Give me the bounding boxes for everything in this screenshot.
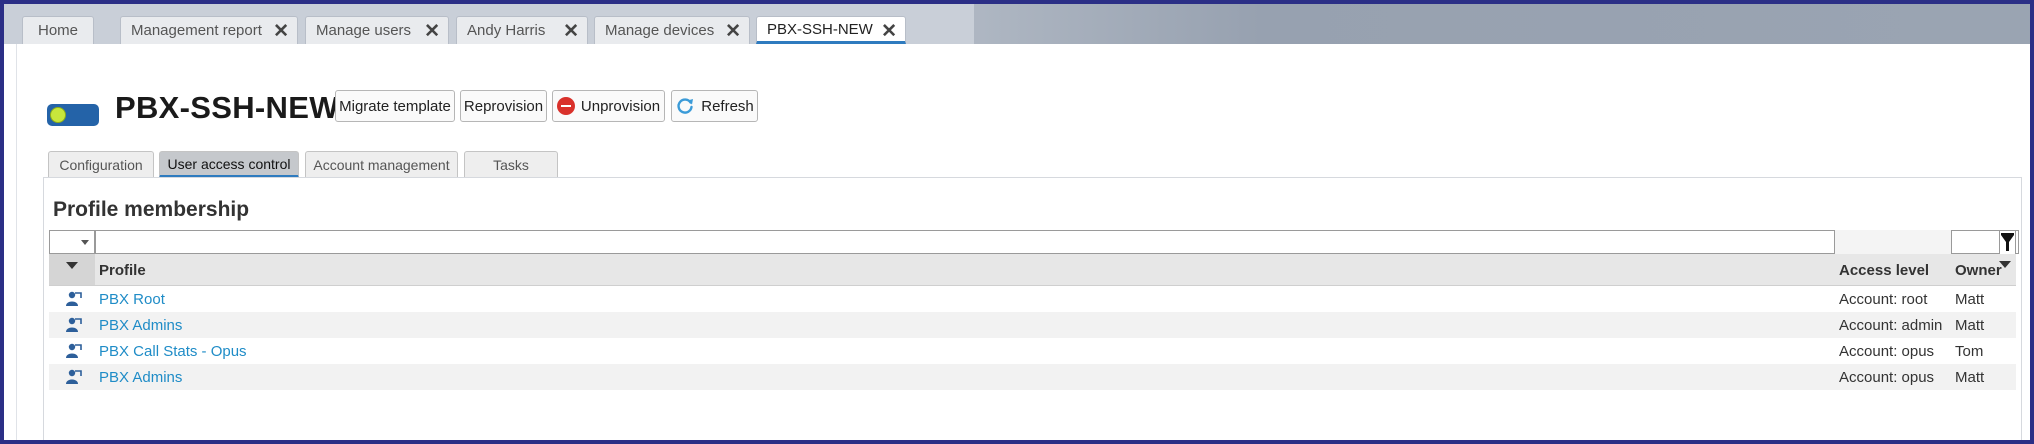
tab-home[interactable]: Home	[22, 16, 94, 44]
profile-user-icon	[66, 343, 82, 358]
tab-label: Manage users	[316, 22, 412, 39]
sort-down-icon	[66, 262, 78, 269]
access-level-cell: Account: opus	[1839, 369, 1935, 386]
column-header-profile[interactable]: Profile	[99, 262, 146, 279]
toggle-knob	[50, 107, 66, 123]
page-title: PBX-SSH-NEW	[115, 90, 339, 125]
owner-cell: Tom	[1955, 343, 1984, 360]
profile-user-icon	[66, 369, 82, 384]
owner-cell: Matt	[1955, 317, 1985, 334]
table-row[interactable]: PBX Root Account: root Matt	[49, 286, 2016, 312]
tab-label: PBX-SSH-NEW	[767, 20, 873, 38]
close-icon[interactable]: ✕	[563, 20, 579, 43]
profile-filter-input[interactable]	[95, 230, 1835, 254]
tab-label: Home	[37, 22, 78, 39]
filter-row	[49, 229, 2019, 256]
profile-membership-panel: Profile membership Profile Access level …	[43, 177, 2022, 440]
filter-button[interactable]	[1999, 230, 2016, 256]
filter-icon	[2001, 233, 2014, 251]
close-icon[interactable]: ✕	[424, 20, 440, 43]
column-menu-icon[interactable]	[1999, 261, 2011, 268]
access-level-filter-area	[1835, 230, 1951, 254]
tab-pbx-ssh-new[interactable]: PBX-SSH-NEW ✕	[756, 16, 906, 44]
button-label: Reprovision	[463, 97, 544, 115]
refresh-button[interactable]: Refresh	[671, 90, 758, 122]
tab-andy-harris[interactable]: Andy Harris ✕	[456, 16, 588, 44]
column-header-access-level[interactable]: Access level	[1839, 262, 1929, 279]
table-row[interactable]: PBX Call Stats - Opus Account: opus Tom	[49, 338, 2016, 364]
tab-manage-users[interactable]: Manage users ✕	[305, 16, 449, 44]
owner-cell: Matt	[1955, 291, 1985, 308]
document-tab-bar: Home Management report ✕ Manage users ✕ …	[4, 4, 2030, 44]
tab-label: Manage devices	[605, 22, 715, 39]
table-row[interactable]: PBX Admins Account: admin Matt	[49, 312, 2016, 338]
tab-manage-devices[interactable]: Manage devices ✕	[594, 16, 750, 44]
table-header: Profile Access level Owner	[49, 254, 2016, 286]
app-window: Home Management report ✕ Manage users ✕ …	[4, 4, 2030, 440]
unprovision-button[interactable]: Unprovision	[552, 90, 665, 122]
refresh-icon	[677, 98, 694, 114]
sub-tab-label: Configuration	[59, 157, 143, 173]
profile-link[interactable]: PBX Admins	[99, 317, 182, 334]
tab-tasks[interactable]: Tasks	[464, 151, 558, 178]
tab-account-management[interactable]: Account management	[305, 151, 458, 178]
button-label: Migrate template	[339, 97, 451, 115]
tab-label: Andy Harris	[467, 22, 546, 39]
profile-link[interactable]: PBX Root	[99, 291, 165, 308]
column-header-owner[interactable]: Owner	[1955, 262, 2002, 279]
chevron-down-icon	[81, 240, 89, 245]
migrate-template-button[interactable]: Migrate template	[335, 90, 455, 122]
tab-user-access-control[interactable]: User access control	[159, 151, 299, 178]
row-filter-select[interactable]	[49, 230, 95, 254]
profile-user-icon	[66, 291, 82, 306]
section-title: Profile membership	[53, 198, 250, 221]
button-label: Unprovision	[580, 97, 661, 115]
table-row[interactable]: PBX Admins Account: opus Matt	[49, 364, 2016, 390]
stop-icon	[556, 97, 575, 115]
access-level-cell: Account: admin	[1839, 317, 1943, 334]
access-level-cell: Account: opus	[1839, 343, 1935, 360]
profile-user-icon	[66, 317, 82, 332]
button-label: Refresh	[701, 97, 754, 115]
device-page: PBX-SSH-NEW Migrate template Reprovision…	[16, 44, 2028, 440]
status-toggle[interactable]	[47, 104, 99, 126]
close-icon[interactable]: ✕	[725, 20, 741, 43]
profile-membership-grid: Profile Access level Owner PBX Root Acco…	[49, 229, 2019, 390]
tab-management-report[interactable]: Management report ✕	[120, 16, 298, 44]
owner-cell: Matt	[1955, 369, 1985, 386]
close-icon[interactable]: ✕	[881, 20, 897, 43]
sub-tab-label: User access control	[167, 155, 291, 172]
row-menu-header[interactable]	[49, 254, 95, 285]
tab-label: Management report	[131, 22, 262, 39]
sub-tab-label: Account management	[313, 157, 450, 173]
tab-configuration[interactable]: Configuration	[48, 151, 154, 178]
profile-link[interactable]: PBX Admins	[99, 369, 182, 386]
close-icon[interactable]: ✕	[273, 20, 289, 43]
access-level-cell: Account: root	[1839, 291, 1928, 308]
sub-tab-label: Tasks	[493, 157, 529, 173]
profile-link[interactable]: PBX Call Stats - Opus	[99, 343, 247, 360]
reprovision-button[interactable]: Reprovision	[460, 90, 547, 122]
table-body: PBX Root Account: root Matt PBX Admins A…	[49, 286, 2016, 390]
